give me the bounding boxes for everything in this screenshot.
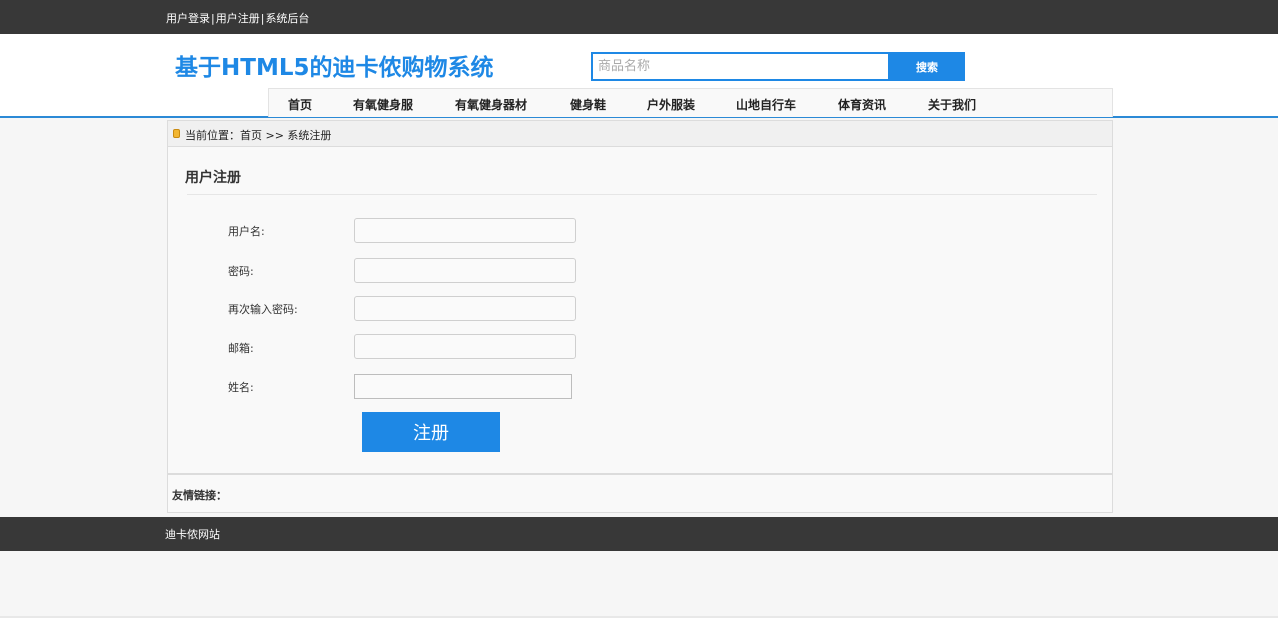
- username-field[interactable]: [354, 218, 576, 243]
- username-label: 用户名:: [228, 225, 265, 238]
- admin-link[interactable]: 系统后台: [265, 12, 309, 25]
- breadcrumb: 当前位置：首页 >> 系统注册: [168, 121, 1112, 147]
- nav-item-outdoor-clothing[interactable]: 户外服装: [647, 96, 695, 113]
- site-title[interactable]: 基于HTML5的迪卡侬购物系统: [175, 48, 494, 82]
- page-title: 用户注册: [185, 170, 241, 186]
- divider: [187, 194, 1097, 195]
- nav-item-sports-news[interactable]: 体育资讯: [838, 96, 886, 113]
- email-field[interactable]: [354, 334, 576, 359]
- top-bar: 用户登录|用户注册|系统后台: [0, 0, 1278, 34]
- login-link[interactable]: 用户登录: [166, 12, 210, 25]
- friend-links-title: 友情链接：: [172, 489, 227, 502]
- nav-item-fitness-shoes[interactable]: 健身鞋: [570, 96, 606, 113]
- top-links: 用户登录|用户注册|系统后台: [166, 10, 309, 26]
- register-link[interactable]: 用户注册: [216, 12, 260, 25]
- register-panel: 当前位置：首页 >> 系统注册 用户注册 用户名: 密码: 再次输入密码: 邮箱…: [167, 120, 1113, 474]
- nav-item-aerobic-clothing[interactable]: 有氧健身服: [353, 96, 413, 113]
- main-nav: 首页 有氧健身服 有氧健身器材 健身鞋 户外服装 山地自行车 体育资讯 关于我们: [268, 88, 1113, 117]
- password-field[interactable]: [354, 258, 576, 283]
- footer: 迪卡侬网站: [0, 517, 1278, 551]
- nav-item-mountain-bike[interactable]: 山地自行车: [736, 96, 796, 113]
- friend-links-bar: 友情链接：: [167, 474, 1113, 513]
- location-icon: [173, 129, 180, 138]
- nav-item-home[interactable]: 首页: [288, 96, 312, 113]
- nav-item-aerobic-equipment[interactable]: 有氧健身器材: [455, 96, 527, 113]
- breadcrumb-text: 当前位置：首页 >> 系统注册: [185, 129, 332, 142]
- nav-item-about-us[interactable]: 关于我们: [928, 96, 976, 113]
- search-button[interactable]: 搜索: [889, 52, 965, 81]
- name-label: 姓名:: [228, 381, 254, 394]
- register-button[interactable]: 注册: [362, 412, 500, 452]
- footer-text: 迪卡侬网站: [165, 528, 220, 541]
- confirm-password-label: 再次输入密码:: [228, 303, 298, 316]
- search-input[interactable]: [591, 52, 890, 81]
- confirm-password-field[interactable]: [354, 296, 576, 321]
- email-label: 邮箱:: [228, 342, 254, 355]
- password-label: 密码:: [228, 265, 254, 278]
- name-field[interactable]: [354, 374, 572, 399]
